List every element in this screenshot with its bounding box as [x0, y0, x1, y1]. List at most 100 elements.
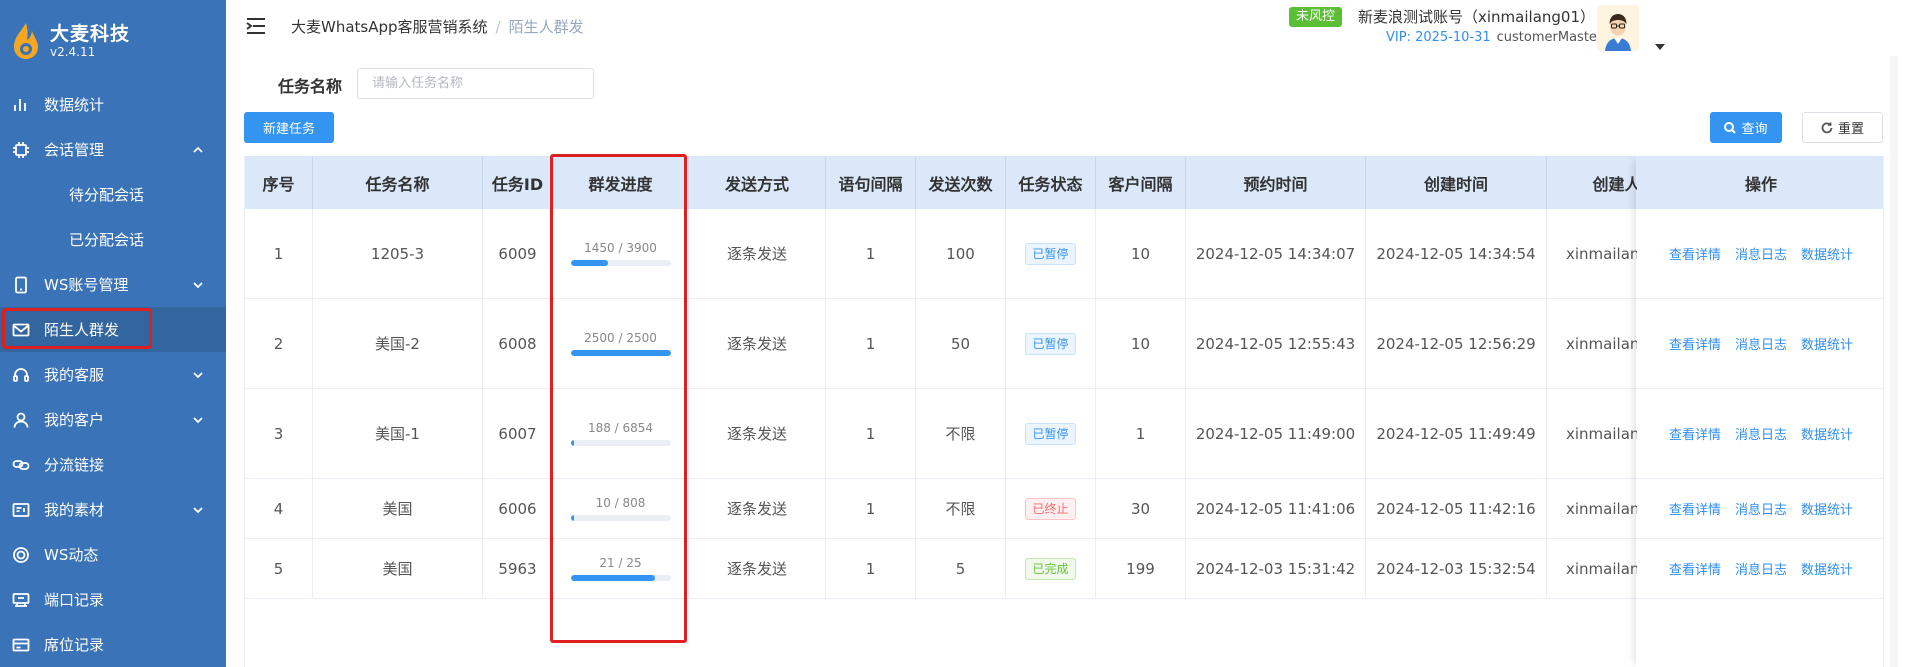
menu-toggle-icon[interactable]	[246, 17, 266, 35]
cell-scheduled: 2024-12-05 14:34:07	[1186, 209, 1366, 298]
progress-bar-fill	[570, 260, 608, 266]
sidebar-item-my-service[interactable]: 我的客服	[0, 352, 226, 397]
risk-status-badge: 未风控	[1289, 7, 1343, 27]
view-details-link[interactable]: 查看详情	[1669, 559, 1721, 578]
cell-id: 5963	[483, 539, 553, 598]
message-log-link[interactable]: 消息日志	[1735, 244, 1787, 263]
view-details-link[interactable]: 查看详情	[1669, 499, 1721, 518]
sidebar-item-label: 我的客户	[44, 411, 105, 429]
sidebar-item-my-materials[interactable]: 我的素材	[0, 487, 226, 532]
progress-text: 2500 / 2500	[584, 331, 657, 345]
status-badge: 已终止	[1025, 497, 1076, 520]
top-header: 大麦WhatsApp客服营销系统 / 陌生人群发	[226, 0, 1905, 56]
cell-progress: 21 / 25	[553, 539, 689, 598]
row-actions: 查看详情 消息日志 数据统计	[1637, 389, 1883, 479]
cell-cust-interval: 10	[1096, 209, 1186, 298]
cell-status: 已暂停	[1006, 299, 1096, 388]
link-icon	[12, 456, 30, 474]
message-log-link[interactable]: 消息日志	[1735, 559, 1787, 578]
sidebar-item-label: WS动态	[44, 546, 99, 564]
sidebar-subitem-pending-sessions[interactable]: 待分配会话	[0, 172, 226, 217]
cell-interval: 1	[826, 539, 916, 598]
view-details-link[interactable]: 查看详情	[1669, 424, 1721, 443]
message-log-link[interactable]: 消息日志	[1735, 499, 1787, 518]
cell-idx: 1	[245, 209, 313, 298]
sidebar-item-session-mgmt[interactable]: 会话管理	[0, 127, 226, 172]
cell-status: 已完成	[1006, 539, 1096, 598]
progress-bar	[570, 260, 671, 266]
sidebar-item-port-records[interactable]: 端口记录	[0, 577, 226, 622]
column-header-task-status: 任务状态	[1006, 156, 1096, 209]
sidebar-item-label: 分流链接	[44, 456, 105, 474]
breadcrumb-root[interactable]: 大麦WhatsApp客服营销系统	[291, 18, 488, 36]
chip-icon	[12, 141, 30, 159]
data-stats-link[interactable]: 数据统计	[1801, 244, 1853, 263]
chevron-down-icon	[192, 502, 204, 514]
view-details-link[interactable]: 查看详情	[1669, 244, 1721, 263]
sidebar-item-ws-accounts[interactable]: WS账号管理	[0, 262, 226, 307]
column-header-customer-interval: 客户间隔	[1096, 156, 1186, 209]
cell-name: 美国-2	[313, 299, 483, 388]
data-stats-link[interactable]: 数据统计	[1801, 499, 1853, 518]
flame-logo-icon	[14, 23, 38, 59]
cell-progress: 2500 / 2500	[553, 299, 689, 388]
headset-icon	[12, 366, 30, 384]
mail-icon	[12, 321, 30, 339]
sidebar-item-ws-dynamics[interactable]: WS动态	[0, 532, 226, 577]
progress-text: 188 / 6854	[587, 421, 654, 435]
data-stats-link[interactable]: 数据统计	[1801, 559, 1853, 578]
cell-idx: 3	[245, 389, 313, 478]
column-header-send-method: 发送方式	[689, 156, 826, 209]
cell-count: 不限	[916, 479, 1006, 538]
sidebar-subitem-assigned-sessions[interactable]: 已分配会话	[0, 217, 226, 262]
sidebar-item-my-customers[interactable]: 我的客户	[0, 397, 226, 442]
progress-bar-fill	[570, 440, 574, 446]
row-actions: 查看详情 消息日志 数据统计	[1637, 209, 1883, 299]
sidebar-item-split-links[interactable]: 分流链接	[0, 442, 226, 487]
breadcrumb: 大麦WhatsApp客服营销系统 / 陌生人群发	[291, 16, 584, 37]
vertical-scrollbar[interactable]	[1890, 56, 1898, 667]
sidebar-item-stranger-broadcast[interactable]: 陌生人群发	[0, 307, 226, 352]
progress-bar	[570, 350, 671, 356]
cell-cust-interval: 10	[1096, 299, 1186, 388]
account-vip-line: VIP: 2025-10-31 customerMaster	[1386, 30, 1602, 45]
account-dropdown-caret-icon[interactable]	[1655, 35, 1665, 50]
task-name-input[interactable]	[357, 68, 594, 99]
progress-bar-fill	[570, 350, 671, 356]
view-details-link[interactable]: 查看详情	[1669, 334, 1721, 353]
cell-count: 5	[916, 539, 1006, 598]
sidebar-item-seat-records[interactable]: 席位记录	[0, 622, 226, 667]
new-task-button[interactable]: 新建任务	[244, 112, 334, 143]
breadcrumb-current: 陌生人群发	[508, 18, 584, 36]
column-header-progress: 群发进度	[553, 156, 689, 209]
cell-count: 100	[916, 209, 1006, 298]
progress-bar	[570, 440, 671, 446]
search-icon	[1724, 121, 1737, 134]
progress-bar-fill	[570, 515, 574, 521]
query-button[interactable]: 查询	[1710, 112, 1782, 143]
message-log-link[interactable]: 消息日志	[1735, 334, 1787, 353]
avatar[interactable]	[1597, 5, 1639, 51]
bar-chart-icon	[12, 96, 30, 114]
cell-idx: 5	[245, 539, 313, 598]
cell-method: 逐条发送	[689, 209, 826, 298]
column-header-sentence-interval: 语句间隔	[826, 156, 916, 209]
cell-name: 1205-3	[313, 209, 483, 298]
reset-button[interactable]: 重置	[1802, 112, 1883, 143]
message-log-link[interactable]: 消息日志	[1735, 424, 1787, 443]
cell-method: 逐条发送	[689, 389, 826, 478]
status-badge: 已暂停	[1025, 242, 1076, 265]
card-icon	[12, 636, 30, 654]
circle-icon	[12, 546, 30, 564]
refresh-icon	[1821, 121, 1833, 133]
breadcrumb-separator: /	[495, 18, 501, 36]
sidebar-item-data-stats[interactable]: 数据统计	[0, 82, 226, 127]
chevron-down-icon	[192, 412, 204, 424]
cell-created: 2024-12-05 11:49:49	[1366, 389, 1547, 478]
data-stats-link[interactable]: 数据统计	[1801, 334, 1853, 353]
cell-progress: 10 / 808	[553, 479, 689, 538]
column-header-send-count: 发送次数	[916, 156, 1006, 209]
cell-interval: 1	[826, 209, 916, 298]
data-stats-link[interactable]: 数据统计	[1801, 424, 1853, 443]
column-header-actions: 操作	[1637, 156, 1883, 209]
